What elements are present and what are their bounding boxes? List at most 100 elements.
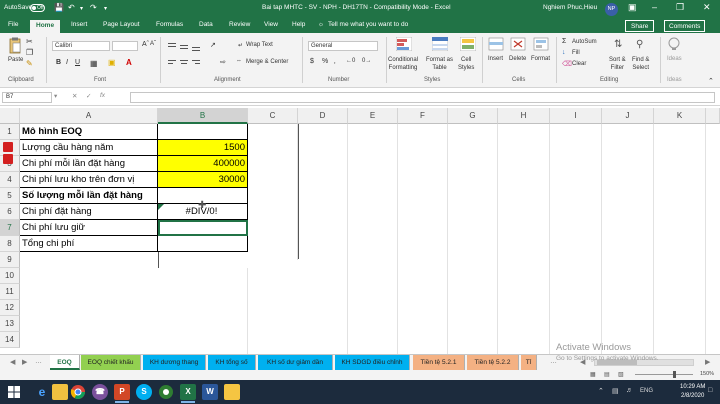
excel-icon[interactable]: X <box>180 384 196 403</box>
tab-insert[interactable]: Insert <box>71 21 87 28</box>
notifications-icon[interactable]: □ <box>708 387 712 394</box>
borders-icon[interactable]: ▦ <box>90 59 98 68</box>
paste-icon[interactable] <box>8 37 22 55</box>
merge-center-icon[interactable]: ⇔ <box>236 58 242 64</box>
sort-filter-icon[interactable]: ⇅ <box>614 39 622 50</box>
page-break-view-icon[interactable]: ▧ <box>618 371 624 378</box>
format-as-table-button[interactable]: Format as Table <box>426 56 453 72</box>
zoom-slider[interactable] <box>635 371 693 378</box>
sheet-tab-tien-te-521[interactable]: Tiền tệ 5.2.1 <box>413 355 465 370</box>
undo-dropdown-icon[interactable]: ▾ <box>80 5 83 12</box>
cell-a6[interactable]: Chi phí đặt hàng <box>20 204 158 220</box>
skype-icon[interactable]: S <box>136 384 152 400</box>
column-header-j[interactable]: J <box>602 108 654 124</box>
cell-b8[interactable] <box>158 236 248 252</box>
format-cells-icon[interactable] <box>533 37 549 51</box>
delete-cells-button[interactable]: Delete <box>509 56 526 62</box>
folder-icon[interactable] <box>224 384 240 400</box>
user-name[interactable]: Nghiem Phuc,Hieu <box>543 4 597 11</box>
format-painter-icon[interactable]: ✎ <box>26 59 33 68</box>
sheet-tab-kh-so-du-giam-dan[interactable]: KH số dư giảm dần <box>258 355 333 370</box>
coccoc-icon[interactable] <box>158 384 174 400</box>
stop-marker-icon[interactable] <box>3 154 13 164</box>
column-header-h[interactable]: H <box>498 108 550 124</box>
delete-cells-icon[interactable] <box>510 37 526 51</box>
cell-a4[interactable]: Chi phí lưu kho trên đơn vị <box>20 172 158 188</box>
customize-qat-icon[interactable]: ▾ <box>104 5 107 12</box>
cell-a1[interactable]: Mô hình EOQ <box>20 124 158 140</box>
decrease-decimal-icon[interactable]: 0→ <box>362 58 371 64</box>
cell-a7[interactable]: Chi phí lưu giữ <box>20 220 158 236</box>
insert-function-icon[interactable]: fx <box>100 92 105 99</box>
cell-b2[interactable]: 1500 <box>158 140 248 156</box>
number-format-combo[interactable]: General <box>308 41 378 51</box>
row-header-8[interactable]: 8 <box>0 236 20 252</box>
prev-sheet-icon[interactable]: ◀ <box>10 358 15 366</box>
tell-me-search[interactable]: Tell me what you want to do <box>328 21 408 28</box>
hscroll-right-icon[interactable]: ▶ <box>705 358 710 366</box>
comments-button[interactable]: Comments <box>664 20 706 32</box>
row-header-7[interactable]: 7 <box>0 220 20 236</box>
column-header-k[interactable]: K <box>654 108 706 124</box>
bold-icon[interactable]: B <box>56 59 61 66</box>
network-icon[interactable]: ▤ <box>612 387 619 395</box>
word-icon[interactable]: W <box>202 384 218 400</box>
ie-icon[interactable]: e <box>34 384 50 400</box>
more-sheets-icon[interactable]: … <box>35 358 42 365</box>
underline-icon[interactable]: U <box>75 59 80 66</box>
show-hidden-icons[interactable]: ⌃ <box>598 387 604 395</box>
taskbar-clock[interactable]: 10:29 AM 2/8/2020 <box>680 383 705 401</box>
tab-page-layout[interactable]: Page Layout <box>103 21 140 28</box>
tab-formulas[interactable]: Formulas <box>156 21 183 28</box>
sheet-tab-kh-tong-so[interactable]: KH tổng số <box>208 355 256 370</box>
paste-label[interactable]: Paste <box>8 57 23 63</box>
cut-icon[interactable]: ✂ <box>26 37 33 46</box>
column-header-c[interactable]: C <box>248 108 298 124</box>
tab-home[interactable]: Home <box>30 20 61 33</box>
cell-b4[interactable]: 30000 <box>158 172 248 188</box>
select-all-corner[interactable] <box>0 108 20 124</box>
cell-a2[interactable]: Lượng cầu hàng năm <box>20 140 158 156</box>
shrink-font-icon[interactable]: Aˇ <box>150 41 156 47</box>
comma-style-icon[interactable]: ‚ <box>334 58 336 65</box>
italic-icon[interactable]: I <box>66 59 68 66</box>
powerpoint-icon[interactable]: P <box>114 384 130 403</box>
next-sheet-icon[interactable]: ▶ <box>22 358 27 366</box>
sort-filter-button[interactable]: Sort & Filter <box>609 56 626 72</box>
tab-help[interactable]: Help <box>292 21 305 28</box>
sheet-tab-kh-duong-thang[interactable]: KH dương thang <box>143 355 206 370</box>
row-header-10[interactable]: 10 <box>0 268 20 284</box>
find-select-button[interactable]: Find & Select <box>632 56 649 72</box>
tab-file[interactable]: File <box>8 21 18 28</box>
cancel-entry-icon[interactable]: ✕ <box>72 92 77 100</box>
name-box[interactable]: B7 <box>2 92 52 103</box>
font-name-combo[interactable]: Calibri <box>52 41 110 51</box>
formula-input[interactable] <box>130 92 715 103</box>
ideas-button[interactable]: Ideas <box>667 56 682 62</box>
fill-icon[interactable]: ↓ <box>562 49 566 56</box>
page-layout-view-icon[interactable]: ▤ <box>604 371 610 378</box>
chrome-icon[interactable] <box>70 384 86 400</box>
language-indicator-icon[interactable]: ENG <box>640 388 653 394</box>
column-header-e[interactable]: E <box>348 108 398 124</box>
row-header-12[interactable]: 12 <box>0 300 20 316</box>
row-header-14[interactable]: 14 <box>0 332 20 348</box>
copy-icon[interactable]: ❐ <box>26 48 33 57</box>
confirm-entry-icon[interactable]: ✓ <box>86 92 91 100</box>
column-header-f[interactable]: F <box>398 108 448 124</box>
share-button[interactable]: Share <box>625 20 655 32</box>
fill-button[interactable]: Fill <box>572 50 580 56</box>
orientation-icon[interactable]: ↗ <box>210 41 216 49</box>
cell-b3[interactable]: 400000 <box>158 156 248 172</box>
minimize-icon[interactable]: – <box>652 2 657 12</box>
error-indicator-icon[interactable] <box>158 204 164 210</box>
clear-button[interactable]: Clear <box>572 61 586 67</box>
format-as-table-icon[interactable] <box>432 37 448 51</box>
cell-styles-icon[interactable] <box>460 37 476 51</box>
tab-data[interactable]: Data <box>199 21 213 28</box>
row-header-1[interactable]: 1 <box>0 124 20 140</box>
insert-cells-icon[interactable] <box>488 37 504 51</box>
increase-decimal-icon[interactable]: ←0 <box>346 58 355 64</box>
cell-a3[interactable]: Chi phí mỗi lần đặt hàng <box>20 156 158 172</box>
autosum-icon[interactable]: Σ <box>562 38 566 45</box>
